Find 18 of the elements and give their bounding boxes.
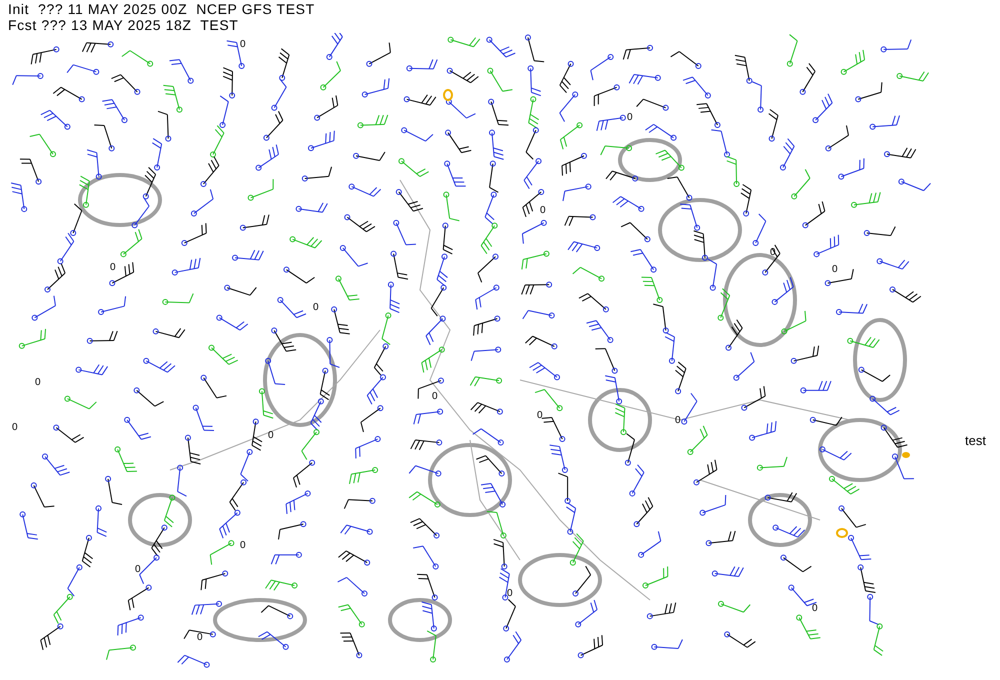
contour-label: 0: [812, 603, 818, 614]
contour-label: 0: [240, 39, 246, 50]
contour-label: 0: [537, 410, 543, 421]
contour-label: 0: [675, 415, 681, 426]
contour-label: 0: [268, 430, 274, 441]
contour-label: 0: [35, 377, 41, 388]
contour-label: 0: [240, 540, 246, 551]
side-label: test: [965, 433, 986, 448]
contour-label: 0: [12, 422, 18, 433]
contour-label: 0: [507, 588, 513, 599]
contour-label: 0: [627, 112, 633, 123]
contour-label: 0: [110, 262, 116, 273]
contour-label: 0: [832, 264, 838, 275]
contour-label: 0: [540, 205, 546, 216]
contour-label: 0: [197, 632, 203, 643]
contour-label: 0: [432, 391, 438, 402]
contour-label: 0: [135, 564, 141, 575]
contour-label: 0: [313, 302, 319, 313]
